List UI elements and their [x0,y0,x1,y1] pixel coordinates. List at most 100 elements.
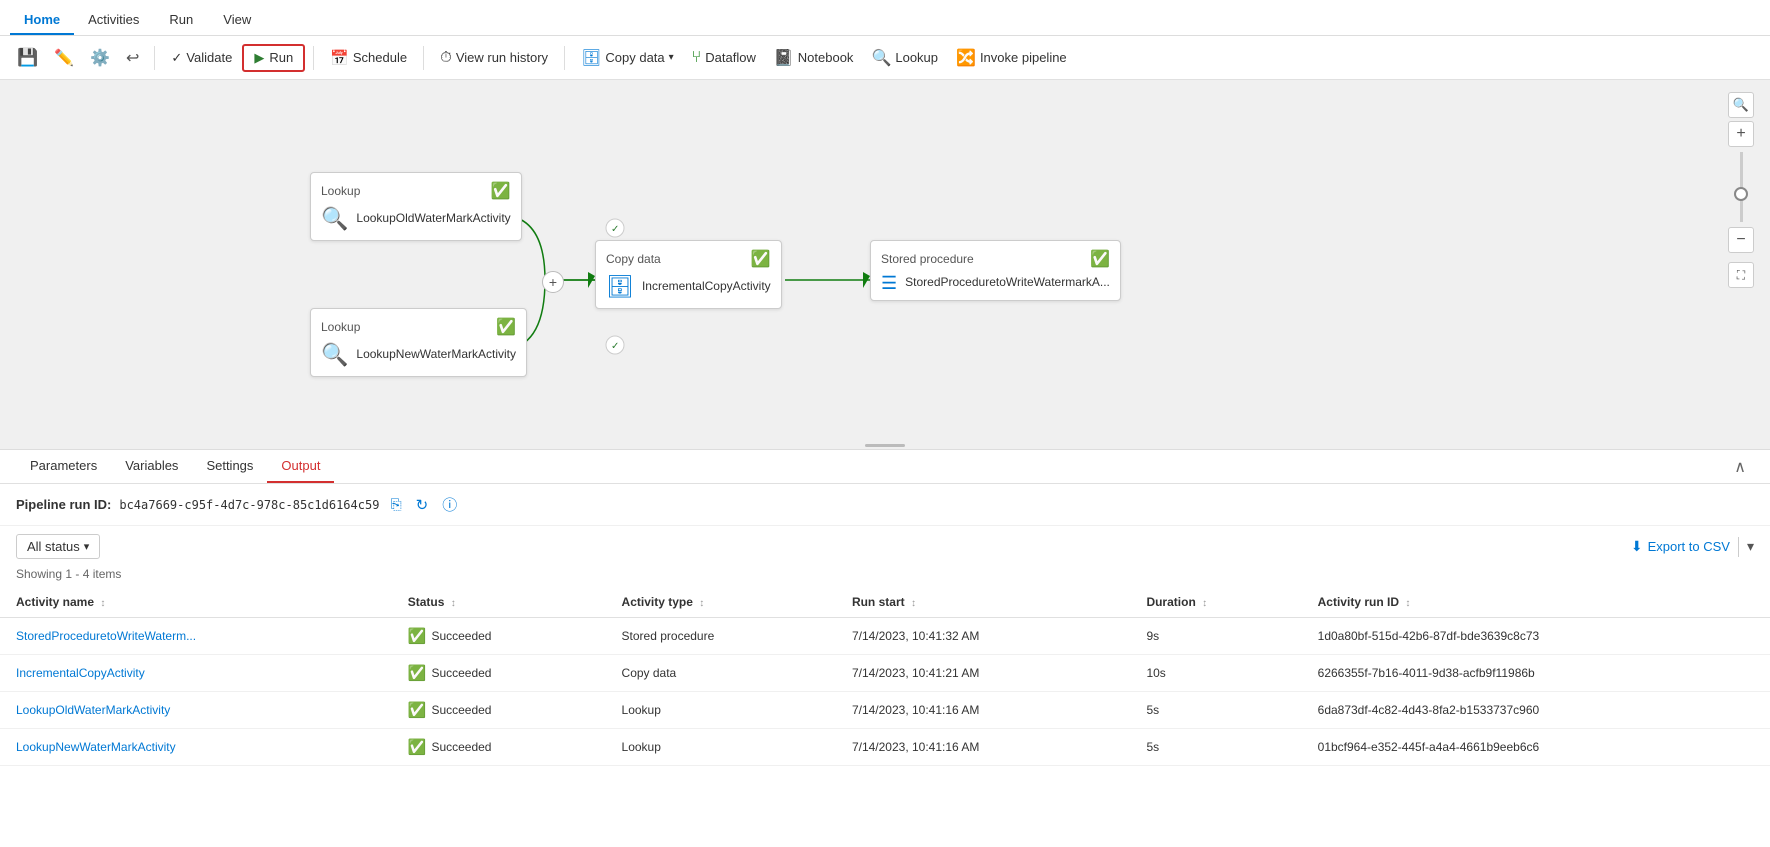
col-status[interactable]: Status ↕ [392,587,606,618]
tab-run[interactable]: Run [155,6,207,35]
tab-view[interactable]: View [209,6,265,35]
col-activity-type[interactable]: Activity type ↕ [606,587,836,618]
tab-parameters[interactable]: Parameters [16,450,111,483]
zoom-out-button[interactable]: − [1728,227,1754,253]
svg-text:✓: ✓ [611,224,619,235]
undo-button[interactable]: ↩ [119,43,146,73]
tab-home[interactable]: Home [10,6,74,35]
zoom-in-button[interactable]: + [1728,121,1754,147]
panel-tab-group: Parameters Variables Settings Output [16,450,334,483]
sort-activity-name: ↕ [100,598,105,609]
tab-output[interactable]: Output [267,450,334,483]
node-lookup2-check: ✅ [496,317,516,337]
cell-activity-name[interactable]: LookupNewWaterMarkActivity [0,729,392,766]
search-canvas-button[interactable]: 🔍 [1728,92,1754,118]
col-activity-name[interactable]: Activity name ↕ [0,587,392,618]
cell-activity-name[interactable]: IncrementalCopyActivity [0,655,392,692]
separator3 [423,46,424,70]
run-icon: ▶ [254,50,264,66]
bottom-panel: Parameters Variables Settings Output ∧ P… [0,450,1770,766]
invoke-pipeline-button[interactable]: 🔀 Invoke pipeline [948,43,1075,73]
node-lookup1-label: LookupOldWaterMarkActivity [356,211,510,227]
col-activity-run-id[interactable]: Activity run ID ↕ [1302,587,1770,618]
tab-activities[interactable]: Activities [74,6,153,35]
node-lookup1[interactable]: Lookup ✅ 🔍 LookupOldWaterMarkActivity [310,172,522,241]
dataflow-button[interactable]: ⑂ Dataflow [684,44,764,72]
separator4 [564,46,565,70]
view-run-history-button[interactable]: ⏱ View run history [432,44,556,71]
export-options-button[interactable]: ▾ [1747,538,1754,555]
cell-run-start: 7/14/2023, 10:41:21 AM [836,655,1131,692]
fit-screen-button[interactable]: ⛶ [1728,262,1754,288]
dataflow-label: Dataflow [705,50,756,65]
refresh-button[interactable]: ↻ [413,496,432,514]
export-csv-button[interactable]: ⬇ Export to CSV [1631,538,1730,555]
cell-duration: 10s [1130,655,1301,692]
showing-count: Showing 1 - 4 items [0,567,1770,587]
cell-activity-name[interactable]: LookupOldWaterMarkActivity [0,692,392,729]
info-button[interactable]: ⓘ [439,494,460,515]
cell-activity-name[interactable]: StoredProceduretoWriteWaterm... [0,618,392,655]
sort-run-start: ↕ [911,598,916,609]
tab-settings[interactable]: Settings [192,450,267,483]
invoke-pipeline-icon: 🔀 [956,48,976,68]
col-duration[interactable]: Duration ↕ [1130,587,1301,618]
node-copydata[interactable]: Copy data ✅ 🗄 IncrementalCopyActivity [595,240,782,309]
node-lookup1-icon: 🔍 [321,206,348,232]
zoom-slider-track[interactable] [1740,152,1743,222]
panel-collapse-button[interactable]: ∧ [1726,453,1754,481]
copy-run-id-button[interactable]: ⎘ [387,496,404,513]
lookup-button[interactable]: 🔍 Lookup [863,43,946,73]
run-history-icon: ⏱ [440,49,452,66]
cell-duration: 5s [1130,729,1301,766]
invoke-pipeline-label: Invoke pipeline [980,50,1067,65]
export-separator [1738,537,1739,557]
copy-data-chevron: ▾ [669,52,674,63]
zoom-slider-thumb[interactable] [1734,187,1748,201]
cell-status: ✅Succeeded [392,729,606,766]
dataflow-icon: ⑂ [692,49,702,67]
sort-activity-run-id: ↕ [1405,598,1410,609]
node-lookup2[interactable]: Lookup ✅ 🔍 LookupNewWaterMarkActivity [310,308,527,377]
settings-button[interactable]: ⚙️ [83,43,117,73]
validate-button[interactable]: ✓ Validate [163,45,240,71]
edit-button[interactable]: ✏️ [47,43,81,73]
output-table: Activity name ↕ Status ↕ Activity type ↕… [0,587,1770,766]
notebook-button[interactable]: 📓 Notebook [766,43,862,73]
cell-activity-run-id: 01bcf964-e352-445f-a4a4-4661b9eeb6c6 [1302,729,1770,766]
cell-activity-type: Lookup [606,692,836,729]
run-button[interactable]: ▶ Run [242,44,305,72]
table-row: StoredProceduretoWriteWaterm...✅Succeede… [0,618,1770,655]
export-icon: ⬇ [1631,538,1643,555]
table-row: LookupNewWaterMarkActivity✅SucceededLook… [0,729,1770,766]
separator1 [154,46,155,70]
copy-data-button[interactable]: 🗄 Copy data ▾ [573,43,682,73]
canvas-collapse-handle[interactable] [865,441,905,449]
node-storedproc[interactable]: Stored procedure ✅ ☰ StoredProceduretoWr… [870,240,1121,301]
node-lookup2-type: Lookup [321,320,360,334]
sort-activity-type: ↕ [699,598,704,609]
cell-run-start: 7/14/2023, 10:41:16 AM [836,729,1131,766]
status-filter-chevron: ▾ [84,540,90,553]
validate-checkmark: ✓ [171,50,182,66]
cell-activity-run-id: 1d0a80bf-515d-42b6-87df-bde3639c8c73 [1302,618,1770,655]
cell-duration: 5s [1130,692,1301,729]
save-button[interactable]: 💾 [10,43,45,73]
export-group: ⬇ Export to CSV ▾ [1631,537,1754,557]
col-run-start[interactable]: Run start ↕ [836,587,1131,618]
copy-data-label: Copy data [605,50,664,65]
cell-run-start: 7/14/2023, 10:41:32 AM [836,618,1131,655]
tab-variables[interactable]: Variables [111,450,192,483]
panel-tabs: Parameters Variables Settings Output ∧ [0,450,1770,484]
filter-row: All status ▾ ⬇ Export to CSV ▾ [0,526,1770,567]
schedule-button[interactable]: 📅 Schedule [322,44,415,72]
sort-duration: ↕ [1202,598,1207,609]
node-lookup2-icon: 🔍 [321,342,348,368]
cell-status: ✅Succeeded [392,618,606,655]
add-activity-button[interactable]: + [542,271,564,293]
status-filter-dropdown[interactable]: All status ▾ [16,534,100,559]
collapse-indicator [865,444,905,447]
pipeline-run-id-label: Pipeline run ID: [16,497,111,512]
node-storedproc-check: ✅ [1090,249,1110,269]
schedule-label: Schedule [353,50,407,65]
